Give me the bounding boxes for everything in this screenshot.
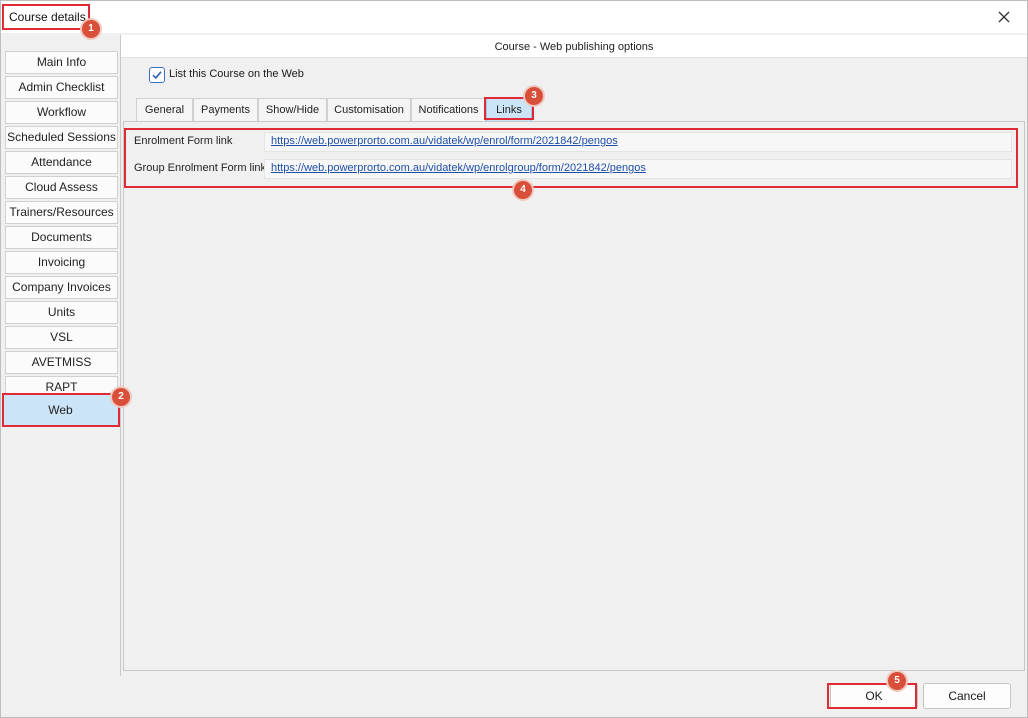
enrolment-link-label: Enrolment Form link [134, 135, 233, 147]
sidebar-item-scheduled-sessions[interactable]: Scheduled Sessions [5, 126, 118, 149]
web-publishing-panel: Course - Web publishing options List thi… [120, 35, 1027, 676]
links-tab-content: Enrolment Form link https://web.powerpro… [123, 121, 1025, 671]
callout-badge-3: 3 [525, 87, 543, 105]
group-enrolment-link-label: Group Enrolment Form link [134, 162, 267, 174]
tab-customisation[interactable]: Customisation [327, 98, 411, 121]
list-on-web-label: List this Course on the Web [169, 68, 304, 80]
sidebar-item-workflow[interactable]: Workflow [5, 101, 118, 124]
sidebar-nav: Main Info Admin Checklist Workflow Sched… [1, 47, 120, 677]
window-title: Course details [9, 10, 86, 24]
title-bar: Course details [1, 1, 1027, 33]
callout-badge-4: 4 [514, 181, 532, 199]
tab-general[interactable]: General [136, 98, 193, 121]
sidebar-item-trainers-resources[interactable]: Trainers/Resources [5, 201, 118, 224]
sidebar-item-documents[interactable]: Documents [5, 226, 118, 249]
enrolment-link-field: https://web.powerprorto.com.au/vidatek/w… [264, 132, 1012, 152]
tab-notifications[interactable]: Notifications [411, 98, 486, 121]
sidebar-item-admin-checklist[interactable]: Admin Checklist [5, 76, 118, 99]
tab-show-hide[interactable]: Show/Hide [258, 98, 327, 121]
sidebar-item-invoicing[interactable]: Invoicing [5, 251, 118, 274]
sidebar-item-vsl[interactable]: VSL [5, 326, 118, 349]
close-icon[interactable] [995, 8, 1013, 26]
sidebar-item-main-info[interactable]: Main Info [5, 51, 118, 74]
group-enrolment-link-field: https://web.powerprorto.com.au/vidatek/w… [264, 159, 1012, 179]
sidebar-item-web[interactable]: Web [2, 395, 119, 426]
panel-title: Course - Web publishing options [121, 35, 1027, 58]
sidebar-item-units[interactable]: Units [5, 301, 118, 324]
sidebar-item-avetmiss[interactable]: AVETMISS [5, 351, 118, 374]
sidebar-item-cloud-assess[interactable]: Cloud Assess [5, 176, 118, 199]
list-on-web-checkbox[interactable] [149, 67, 165, 83]
tab-payments[interactable]: Payments [193, 98, 258, 121]
cancel-button[interactable]: Cancel [923, 683, 1011, 709]
course-details-window: Course details Main Info Admin Checklist… [0, 0, 1028, 718]
enrolment-form-link[interactable]: https://web.powerprorto.com.au/vidatek/w… [271, 135, 618, 147]
callout-badge-5: 5 [888, 672, 906, 690]
sidebar-item-attendance[interactable]: Attendance [5, 151, 118, 174]
tab-links[interactable]: Links [486, 98, 532, 121]
group-enrolment-form-link[interactable]: https://web.powerprorto.com.au/vidatek/w… [271, 162, 646, 174]
sidebar-item-company-invoices[interactable]: Company Invoices [5, 276, 118, 299]
callout-badge-2: 2 [112, 388, 130, 406]
callout-badge-1: 1 [82, 20, 100, 38]
ok-button[interactable]: OK [830, 683, 918, 709]
